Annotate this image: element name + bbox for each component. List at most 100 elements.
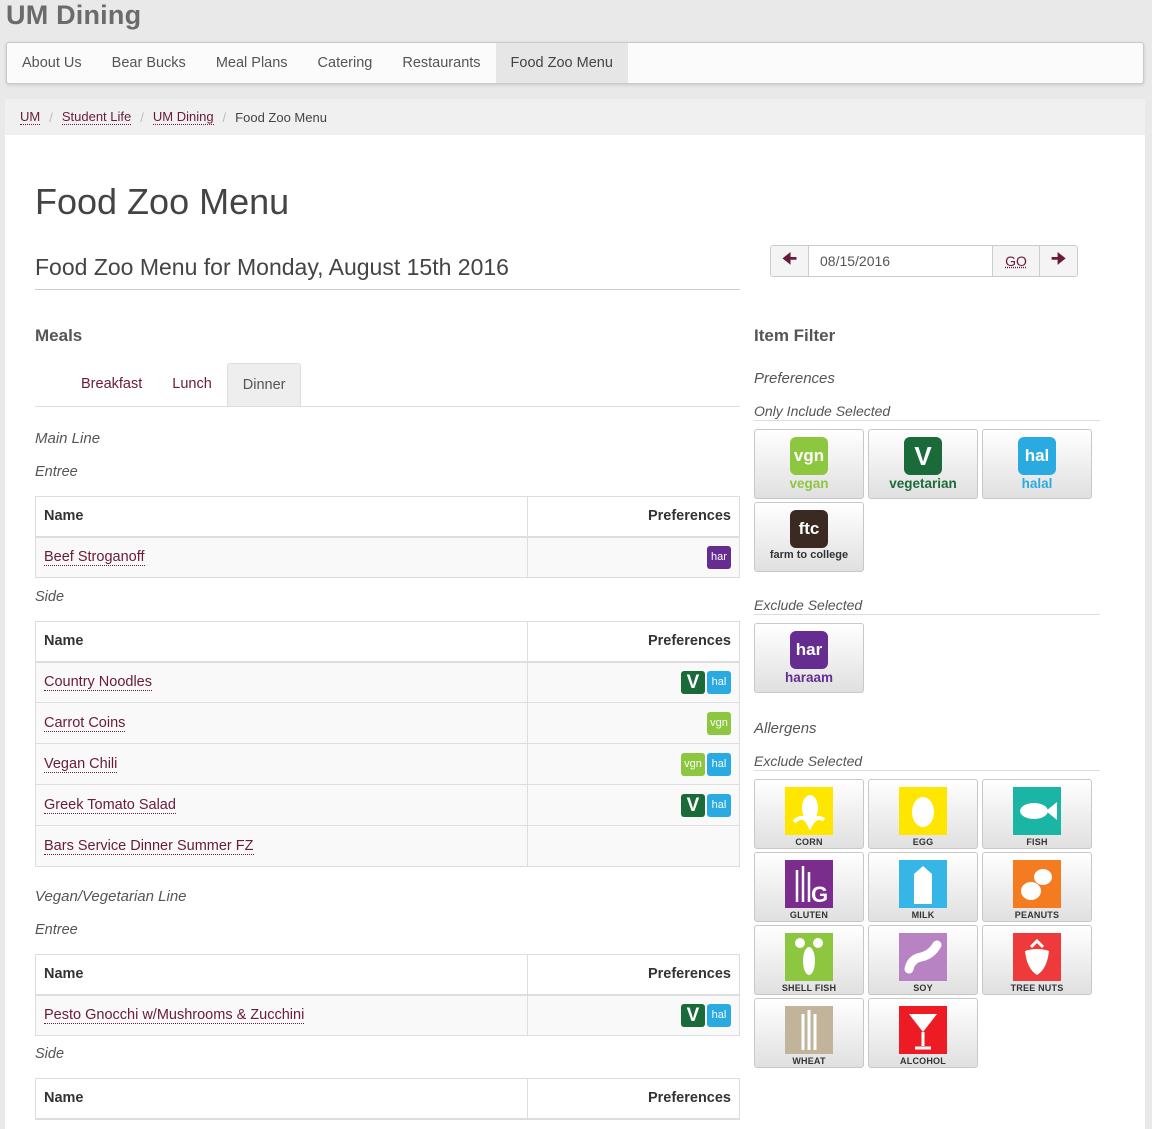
allergen-label: SOY [913, 983, 933, 993]
nav-catering[interactable]: Catering [303, 43, 388, 83]
name-column-header: Name [35, 1078, 528, 1120]
nav-about-us[interactable]: About Us [7, 43, 97, 83]
vegetarian-icon: V [904, 437, 942, 475]
allergen-wheat-button[interactable]: WHEAT [754, 998, 864, 1068]
section-label: Side [35, 1046, 65, 1062]
filter-label: vegan [789, 476, 829, 491]
table-row: Beef Stroganoff har [35, 536, 740, 578]
menu-item-link[interactable]: Pesto Gnocchi w/Mushrooms & Zucchini [44, 1007, 305, 1025]
tab-lunch[interactable]: Lunch [157, 363, 227, 406]
allergen-alcohol-button[interactable]: ALCOHOL [868, 998, 978, 1068]
menu-item-link[interactable]: Greek Tomato Salad [44, 797, 176, 814]
preferences-column-header: Preferences [527, 1078, 740, 1120]
svg-text:G: G [811, 882, 828, 906]
table-row: Bars Service Dinner Summer FZ [35, 825, 740, 867]
fish-icon [1013, 787, 1061, 835]
table-row: Carrot Coins vgn [35, 702, 740, 744]
breadcrumb-um[interactable]: UM [20, 109, 41, 125]
allergen-gluten-button[interactable]: G GLUTEN [754, 852, 864, 922]
milk-icon [899, 860, 947, 908]
item-filter-label: Item Filter [754, 326, 836, 345]
tab-dinner[interactable]: Dinner [226, 363, 302, 406]
line-label: Main Line [35, 430, 101, 447]
lobster-icon [785, 933, 833, 981]
nav-food-zoo-menu[interactable]: Food Zoo Menu [495, 43, 628, 83]
filter-haraam-button[interactable]: har haraam [754, 623, 864, 693]
allergen-peanuts-button[interactable]: PEANUTS [982, 852, 1092, 922]
allergen-soy-button[interactable]: SOY [868, 925, 978, 995]
breadcrumb-current: Food Zoo Menu [235, 109, 327, 125]
breadcrumb-student-life[interactable]: Student Life [61, 109, 132, 125]
top-nav: About Us Bear Bucks Meal Plans Catering … [6, 42, 1144, 84]
filter-vegan-button[interactable]: vgn vegan [754, 429, 864, 499]
section-label: Entree [35, 922, 78, 938]
allergen-shell-fish-button[interactable]: SHELL FISH [754, 925, 864, 995]
preferences-label: Preferences [754, 370, 835, 387]
preference-badges [527, 825, 740, 867]
main-line-entree-table: Name Preferences Beef Stroganoff har [35, 496, 740, 578]
halal-badge-icon: hal [707, 752, 731, 776]
go-button[interactable]: GO [993, 246, 1040, 276]
allergen-label: WHEAT [792, 1056, 826, 1066]
next-day-button[interactable]: 🠊 [1040, 246, 1077, 276]
allergen-label: MILK [911, 910, 935, 920]
table-row: Greek Tomato Salad Vhal [35, 784, 740, 826]
allergen-egg-button[interactable]: EGG [868, 779, 978, 849]
filter-farm-to-college-button[interactable]: ftc farm to college [754, 502, 864, 572]
arrow-left-icon: 🠈 [782, 250, 797, 268]
preferences-column-header: Preferences [527, 621, 740, 663]
cocktail-icon [899, 1006, 947, 1054]
nav-meal-plans[interactable]: Meal Plans [201, 43, 303, 83]
haraam-badge-icon: har [707, 545, 731, 569]
preference-badges: vgn hal [527, 743, 740, 785]
allergen-label: TREE NUTS [1010, 983, 1064, 993]
content-panel: UM / Student Life / UM Dining / Food Zoo… [5, 99, 1145, 1129]
preference-badges: vgn [527, 702, 740, 744]
menu-item-link[interactable]: Carrot Coins [44, 715, 126, 732]
breadcrumb-um-dining[interactable]: UM Dining [152, 109, 214, 125]
menu-item-link[interactable]: Bars Service Dinner Summer FZ [44, 838, 254, 855]
vegan-badge-icon: vgn [707, 711, 731, 735]
table-row: Country Noodles Vhal [35, 661, 740, 703]
allergen-label: PEANUTS [1014, 910, 1060, 920]
allergen-exclude-label: Exclude Selected [754, 753, 863, 769]
preferences-column-header: Preferences [527, 496, 740, 538]
allergen-fish-button[interactable]: FISH [982, 779, 1092, 849]
table-header-row: Name Preferences [35, 1078, 740, 1120]
allergen-corn-button[interactable]: CORN [754, 779, 864, 849]
section-label: Side [35, 589, 65, 605]
menu-item-link[interactable]: Beef Stroganoff [44, 549, 145, 567]
include-filter-grid: vgn vegan V vegetarian hal halal ftc far… [754, 429, 1092, 572]
nav-restaurants[interactable]: Restaurants [387, 43, 495, 83]
preference-badges: har [527, 536, 740, 578]
halal-badge-icon: hal [707, 670, 731, 694]
allergen-label: FISH [1026, 837, 1048, 847]
tab-breakfast[interactable]: Breakfast [66, 363, 157, 406]
name-column-header: Name [35, 954, 528, 996]
table-row: Pesto Gnocchi w/Mushrooms & Zucchini Vha… [35, 994, 740, 1036]
filter-halal-button[interactable]: hal halal [982, 429, 1092, 499]
menu-item-link[interactable]: Vegan Chili [44, 756, 118, 773]
nav-bear-bucks[interactable]: Bear Bucks [97, 43, 201, 83]
divider [754, 420, 1100, 421]
halal-badge-icon: hal [707, 793, 731, 817]
allergen-tree-nuts-button[interactable]: TREE NUTS [982, 925, 1092, 995]
menu-item-link[interactable]: Country Noodles [44, 674, 152, 692]
veg-line-side-table: Name Preferences [35, 1078, 740, 1120]
filter-vegetarian-button[interactable]: V vegetarian [868, 429, 978, 499]
allergen-label: GLUTEN [789, 910, 829, 920]
breadcrumb-separator: / [140, 109, 144, 125]
allergen-milk-button[interactable]: MILK [868, 852, 978, 922]
filter-label: farm to college [769, 549, 849, 561]
name-column-header: Name [35, 496, 528, 538]
date-input[interactable] [808, 246, 993, 276]
only-include-label: Only Include Selected [754, 403, 891, 419]
previous-day-button[interactable]: 🠈 [771, 246, 808, 276]
table-header-row: Name Preferences [35, 496, 740, 538]
vegan-icon: vgn [790, 437, 828, 475]
section-label: Entree [35, 464, 78, 480]
divider [754, 770, 1100, 771]
gluten-icon: G [785, 860, 833, 908]
preference-badges: Vhal [527, 784, 740, 826]
haraam-icon: har [790, 631, 828, 669]
